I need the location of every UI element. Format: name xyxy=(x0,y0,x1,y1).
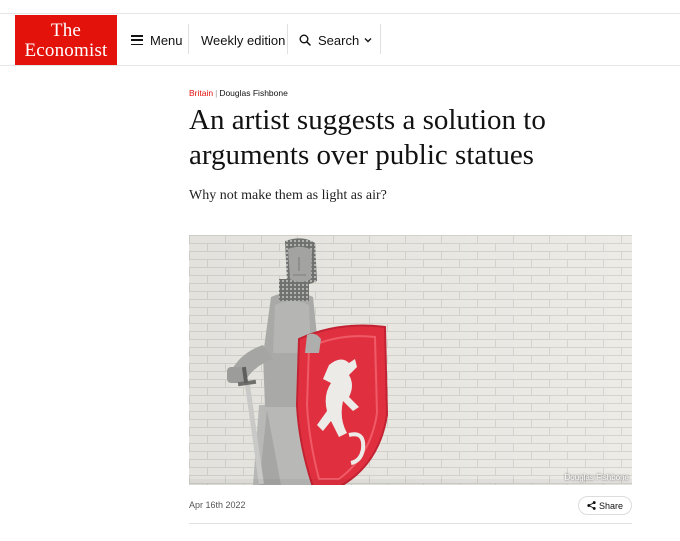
section-link[interactable]: Britain xyxy=(189,88,213,98)
article-kicker: Britain | Douglas Fishbone xyxy=(189,88,288,98)
article-hero-image: Douglas Fishbone xyxy=(189,235,632,485)
nav-divider xyxy=(380,24,381,54)
nav-divider xyxy=(188,24,189,54)
kicker-separator: | xyxy=(215,88,218,98)
share-button[interactable]: Share xyxy=(578,496,632,515)
economist-logo[interactable]: The Economist xyxy=(15,15,117,65)
article-standfirst: Why not make them as light as air? xyxy=(189,188,387,203)
inflatable-knight-illustration xyxy=(189,235,632,485)
menu-button[interactable]: Menu xyxy=(131,15,183,65)
logo-line-the: The xyxy=(50,19,82,41)
logo-line-economist: Economist xyxy=(24,39,108,61)
article-headline: An artist suggests a solution to argumen… xyxy=(189,104,546,171)
menu-label: Menu xyxy=(150,32,183,48)
byline-author: Douglas Fishbone xyxy=(219,88,288,98)
chevron-down-icon xyxy=(364,38,372,43)
article-divider xyxy=(189,523,632,524)
share-icon xyxy=(587,501,596,510)
search-label: Search xyxy=(318,32,360,48)
publish-date: Apr 16th 2022 xyxy=(189,500,246,510)
nav-divider xyxy=(287,24,288,54)
weekly-edition-link[interactable]: Weekly edition xyxy=(201,15,285,65)
hamburger-icon xyxy=(131,35,143,45)
search-icon xyxy=(299,34,311,46)
share-label: Share xyxy=(598,500,624,511)
search-button[interactable]: Search xyxy=(299,15,379,65)
image-credit: Douglas Fishbone xyxy=(564,473,629,482)
weekly-edition-label: Weekly edition xyxy=(201,32,286,48)
